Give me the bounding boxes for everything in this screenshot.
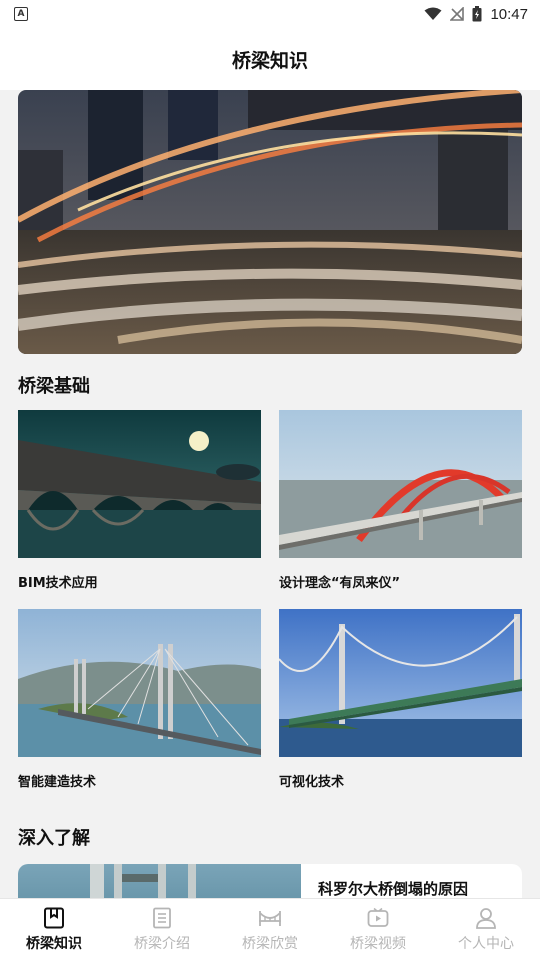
battery-icon: [472, 6, 482, 22]
title-bar: 桥梁知识: [0, 28, 540, 90]
card-label: 设计理念“有凤来仪”: [279, 576, 401, 591]
video-icon: [367, 907, 389, 927]
tab-profile[interactable]: 个人中心: [432, 899, 540, 961]
bottom-tab-bar: 桥梁知识 桥梁介绍 桥梁欣赏 桥梁视频 个人中心: [0, 898, 540, 961]
section-title-basics: 桥梁基础: [18, 376, 90, 397]
article-card[interactable]: 科罗尔大桥倒塌的原因: [18, 864, 522, 898]
card-visualization[interactable]: 可视化技术: [279, 609, 522, 790]
banner-image[interactable]: [18, 90, 522, 354]
card-bim[interactable]: BIM技术应用: [18, 410, 261, 591]
tab-bridge-video[interactable]: 桥梁视频: [324, 899, 432, 961]
status-icons: 10:47: [424, 4, 528, 24]
card-smart-construction[interactable]: 智能建造技术: [18, 609, 261, 790]
card-thumbnail: [18, 410, 261, 558]
card-label: BIM技术应用: [18, 576, 98, 591]
user-icon: [476, 908, 496, 929]
notification-a-icon: A: [14, 7, 28, 21]
book-icon: [44, 907, 64, 929]
page-title: 桥梁知识: [231, 49, 308, 72]
card-label: 可视化技术: [279, 775, 345, 790]
article-thumbnail: [18, 864, 301, 898]
tab-label: 个人中心: [458, 936, 514, 952]
tab-bridge-intro[interactable]: 桥梁介绍: [108, 899, 216, 961]
document-icon: [153, 907, 171, 929]
tab-label: 桥梁知识: [26, 936, 82, 952]
status-bar: A 10:47: [0, 0, 540, 28]
tab-label: 桥梁欣赏: [242, 936, 298, 952]
tab-label: 桥梁介绍: [134, 936, 190, 952]
article-title: 科罗尔大桥倒塌的原因: [318, 880, 469, 898]
signal-off-icon: [450, 7, 465, 21]
tab-bridge-knowledge[interactable]: 桥梁知识: [0, 899, 108, 961]
card-thumbnail: [279, 609, 522, 757]
card-thumbnail: [18, 609, 261, 757]
card-thumbnail: [279, 410, 522, 558]
tab-bridge-gallery[interactable]: 桥梁欣赏: [216, 899, 324, 961]
bridge-icon: [259, 911, 281, 926]
card-design-concept[interactable]: 设计理念“有凤来仪”: [279, 410, 522, 591]
clock: 10:47: [490, 5, 528, 23]
wifi-icon: [424, 7, 442, 20]
main-content[interactable]: 桥梁基础 BIM技术应用 设计理念“有凤来仪” 智能建造技术 可视化技术 深入了…: [0, 90, 540, 898]
tab-label: 桥梁视频: [350, 936, 406, 952]
section-title-deep: 深入了解: [18, 828, 90, 849]
card-label: 智能建造技术: [18, 775, 97, 790]
